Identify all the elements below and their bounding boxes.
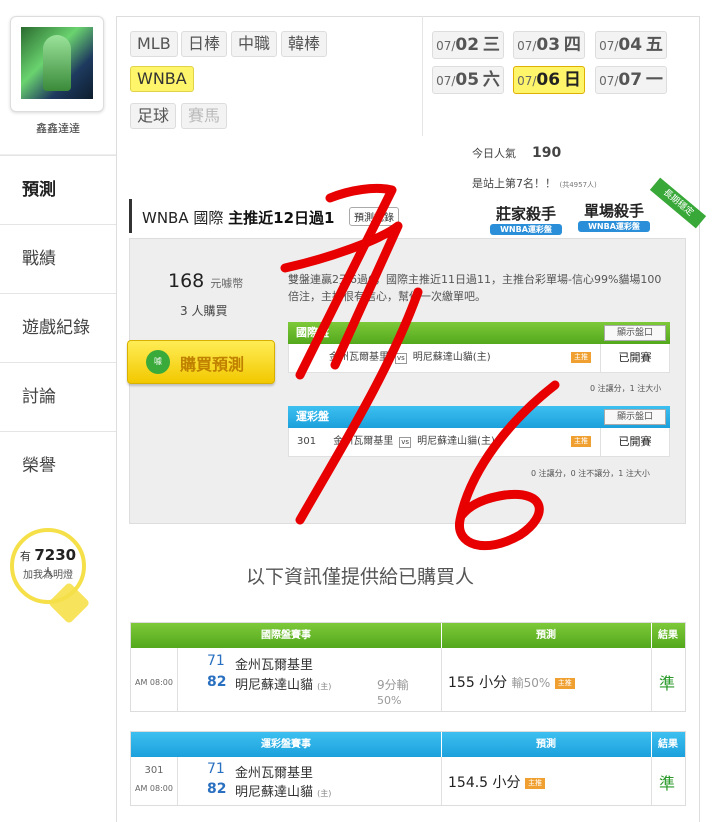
score-away: 71 (207, 653, 225, 669)
sidebar-item-discussion[interactable]: 討論 (0, 362, 116, 431)
date-0702[interactable]: 07/02 三 (432, 31, 504, 59)
divider (422, 16, 423, 136)
buyers-only-notice: 以下資訊僅提供給已購買人 (245, 566, 474, 588)
team-home: 明尼蘇達山貓 (主) (235, 678, 332, 693)
league-tag-wnba[interactable]: WNBA (130, 66, 194, 92)
show-odds-button[interactable]: 顯示盤口 (603, 325, 666, 341)
league-tag-soccer[interactable]: 足球 (130, 103, 177, 129)
team-home: 明尼蘇達山貓(主) (412, 352, 491, 363)
lottery-odds-table: 運彩盤 顯示盤口 301 金州瓦爾基里 vs 明尼蘇達山貓(主) 主推 已開賽 (288, 406, 670, 457)
prediction-description: 雙盤連贏2天6過6，國際主推近11日過11，主推台彩單場-信心99%貓場100倍… (288, 273, 662, 303)
team-away: 金州瓦爾基里 (235, 766, 314, 781)
lottery-result-header: 運彩盤賽事 預測 結果 (131, 732, 685, 757)
result-mark: 準 (659, 774, 676, 793)
spread-result: 9分輸 (377, 678, 409, 692)
date-0706[interactable]: 07/06 日 (513, 66, 585, 94)
lottery-odds-header: 運彩盤 顯示盤口 (288, 406, 670, 428)
date-0703[interactable]: 07/03 四 (513, 31, 585, 59)
username: 鑫鑫達達 (36, 122, 80, 135)
vs-icon: vs (399, 437, 412, 448)
date-0707[interactable]: 07/07 一 (595, 66, 667, 94)
vs-icon: vs (395, 353, 407, 364)
intl-result-table: 國際盤賽事 預測 結果 AM 08:00 71 金州瓦爾基里 82 明尼蘇達山貓… (130, 622, 686, 712)
team-home: 明尼蘇達山貓(主) (417, 436, 495, 447)
popularity: 今日人氣 190 (472, 145, 562, 161)
sidebar-item-record[interactable]: 戰績 (0, 224, 116, 293)
prediction-pick: 154.5 小分 主推 (448, 772, 545, 792)
badge-single-killer: 單場殺手 WNBA運彩盤 (574, 200, 654, 238)
intl-odds-table: 國際盤 顯示盤口 金州瓦爾基里 vs 明尼蘇達山貓(主) 主推 已開賽 (288, 322, 670, 373)
intl-result-row: AM 08:00 71 金州瓦爾基里 82 明尼蘇達山貓 (主) 9分輸 50%… (131, 648, 685, 711)
coin-icon: 噱 (146, 350, 170, 374)
lottery-match-row: 301 金州瓦爾基里 vs 明尼蘇達山貓(主) 主推 已開賽 (288, 428, 670, 457)
prediction-pick: 155 小分 輸50% 主推 (448, 672, 575, 692)
buy-prediction-label: 購買預測 (180, 355, 245, 374)
intl-match-row: 金州瓦爾基里 vs 明尼蘇達山貓(主) 主推 已開賽 (288, 344, 670, 373)
avatar[interactable] (10, 16, 104, 112)
league-tag-mlb[interactable]: MLB (130, 31, 178, 57)
sidebar-item-honor[interactable]: 榮譽 (0, 431, 116, 500)
team-away: 金州瓦爾基里 (235, 658, 314, 673)
main-pick-badge: 主推 (571, 436, 591, 447)
spread-percent: 50% (377, 694, 402, 707)
match-id: 301 (297, 436, 317, 447)
league-tag-kbo[interactable]: 韓棒 (281, 31, 328, 57)
lottery-bet-note: 0 注讓分，0 注不讓分，1 注大小 (531, 469, 650, 478)
league-tag-npb[interactable]: 日棒 (181, 31, 228, 57)
score-home: 82 (207, 674, 227, 690)
show-odds-button[interactable]: 顯示盤口 (603, 409, 666, 425)
badge-bookmaker-killer: 莊家殺手 WNBA運彩盤 (486, 203, 566, 241)
league-tag-horse: 賽馬 (181, 103, 228, 129)
avatar-image (21, 27, 93, 99)
league-tag-cpbl[interactable]: 中職 (231, 31, 278, 57)
prediction-title: WNBA 國際 主推近12日過1 (142, 209, 335, 227)
game-time: AM 08:00 (135, 784, 173, 793)
intl-bet-note: 0 注讓分，1 注大小 (590, 384, 662, 393)
game-time: AM 08:00 (135, 678, 173, 687)
sidebar: 鑫鑫達達 預測 戰績 遊戲紀錄 討論 榮譽 有 7230 人 加我為明燈 (0, 0, 116, 821)
sidebar-nav: 預測 戰績 遊戲紀錄 討論 榮譽 (0, 155, 116, 500)
team-home: 明尼蘇達山貓 (主) (235, 785, 332, 800)
lottery-result-row: 301 AM 08:00 71 金州瓦爾基里 82 明尼蘇達山貓 (主) 154… (131, 757, 685, 805)
date-0705[interactable]: 07/05 六 (432, 66, 504, 94)
sidebar-item-game-log[interactable]: 遊戲紀錄 (0, 293, 116, 362)
intl-odds-header: 國際盤 顯示盤口 (288, 322, 670, 344)
date-0704[interactable]: 07/04 五 (595, 31, 667, 59)
site-rank: 是站上第7名！！ (共4957人) (472, 177, 597, 190)
sidebar-item-predict[interactable]: 預測 (0, 155, 116, 224)
score-away: 71 (207, 761, 225, 777)
buy-prediction-button[interactable]: 噱 購買預測 (127, 340, 275, 384)
score-home: 82 (207, 781, 227, 797)
lottery-result-table: 運彩盤賽事 預測 結果 301 AM 08:00 71 金州瓦爾基里 82 明尼… (130, 731, 686, 806)
match-status: 已開賽 (600, 428, 669, 456)
main-pick-badge: 主推 (571, 352, 591, 363)
prediction-record-button[interactable]: 預測記錄 (349, 207, 399, 226)
match-id: 301 (144, 765, 164, 776)
match-status: 已開賽 (600, 344, 669, 372)
intl-result-header: 國際盤賽事 預測 結果 (131, 623, 685, 648)
buyers-count: 3 人購買 (180, 304, 228, 318)
team-away: 金州瓦爾基里 (333, 436, 394, 447)
result-mark: 準 (659, 674, 676, 693)
price: 168 元噱幣 (168, 270, 244, 292)
team-away: 金州瓦爾基里 (329, 352, 389, 363)
